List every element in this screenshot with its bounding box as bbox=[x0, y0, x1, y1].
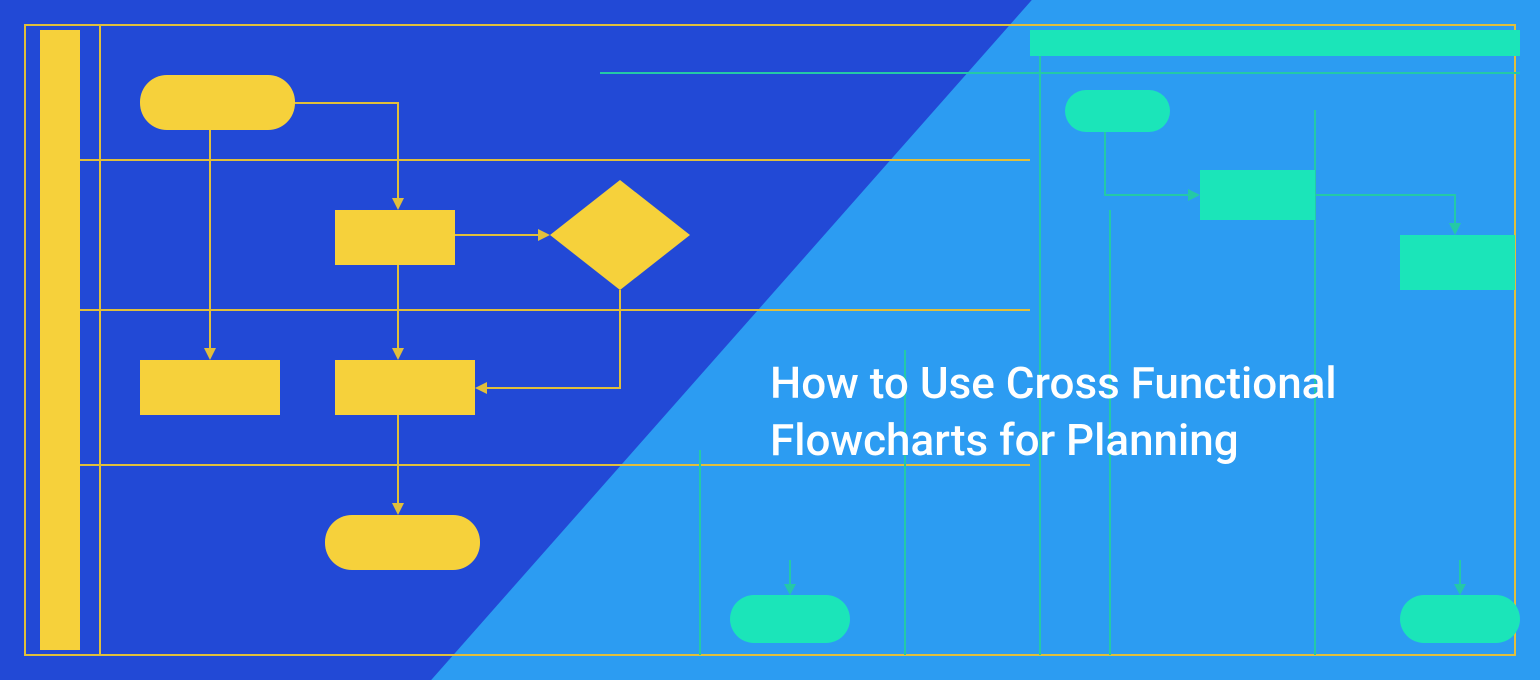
swimlane-column-header bbox=[1030, 30, 1520, 56]
teal-terminator-bottom-right bbox=[1400, 595, 1520, 643]
decision-diamond bbox=[550, 180, 690, 290]
start-terminator bbox=[140, 75, 295, 130]
title-line-2: Flowcharts for Planning bbox=[770, 412, 1337, 469]
process-rect-2 bbox=[140, 360, 280, 415]
teal-process-1 bbox=[1200, 170, 1315, 220]
flowchart-diagram bbox=[0, 0, 1540, 680]
process-rect-3 bbox=[335, 360, 475, 415]
title-line-1: How to Use Cross Functional bbox=[770, 355, 1337, 412]
teal-process-2 bbox=[1400, 235, 1515, 290]
swimlane-header-bar bbox=[40, 30, 80, 650]
banner-title: How to Use Cross Functional Flowcharts f… bbox=[770, 355, 1337, 469]
end-terminator bbox=[325, 515, 480, 570]
teal-start-terminator bbox=[1065, 90, 1170, 132]
hero-banner: How to Use Cross Functional Flowcharts f… bbox=[0, 0, 1540, 680]
process-rect-1 bbox=[335, 210, 455, 265]
teal-terminator-bottom-left bbox=[730, 595, 850, 643]
